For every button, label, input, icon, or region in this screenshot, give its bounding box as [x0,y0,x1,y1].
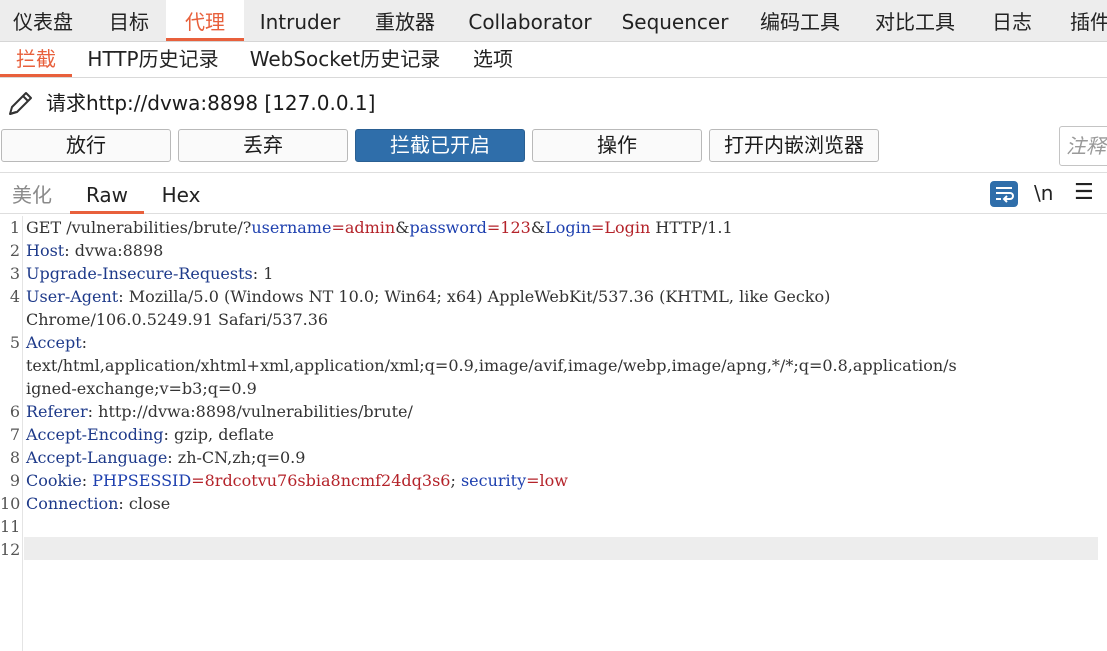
tab-websocket-history[interactable]: WebSocket历史记录 [246,42,444,77]
line-number: 8 [9,448,20,467]
http-version: HTTP/1.1 [650,218,733,237]
header-separator: : [81,471,93,490]
line-number: 5 [9,333,20,352]
tab-intercept[interactable]: 拦截 [0,42,72,77]
header-line: Connection: close [26,492,170,515]
tab-extensions[interactable]: 插件 [1060,0,1107,41]
request-line: GET /vulnerabilities/brute/?username=adm… [26,216,733,239]
cookie-value: 8rdcotvu76sbia8ncmf24dq3s6 [204,471,451,490]
header-name: Cookie [26,471,82,490]
param-value: 123 [500,218,531,237]
forward-button[interactable]: 放行 [1,129,171,162]
tab-options[interactable]: 选项 [464,42,522,77]
show-newlines-icon[interactable]: \n [1034,179,1053,207]
tab-sequencer[interactable]: Sequencer [616,0,734,41]
header-name: Connection [26,494,119,513]
header-line: Cookie: PHPSESSID=8rdcotvu76sbia8ncmf24d… [26,469,568,492]
request-title: 请求http://dvwa:8898 [127.0.0.1] [46,91,376,115]
header-continuation: Chrome/106.0.5249.91 Safari/537.36 [26,310,329,329]
tab-raw[interactable]: Raw [70,173,144,214]
comment-field[interactable]: 注释 [1059,126,1107,166]
header-value: : close [118,494,171,513]
tab-dashboard[interactable]: 仪表盘 [0,0,86,41]
param-value: admin [344,218,396,237]
cookie-equals: = [191,471,205,490]
tab-logger[interactable]: 日志 [982,0,1042,41]
param-name: password [409,218,487,237]
action-button[interactable]: 操作 [532,129,702,162]
header-value: : dvwa:8898 [64,241,164,260]
cookie-name: PHPSESSID [92,471,192,490]
line-number: 12 [0,540,21,559]
raw-request-editor[interactable]: 1 2 3 4 5 6 7 8 9 10 11 12 GET /vulnerab… [0,216,1107,651]
header-value: : Mozilla/5.0 (Windows NT 10.0; Win64; x… [118,287,831,306]
param-equals: = [591,218,605,237]
header-name: Host [26,241,65,260]
param-equals: = [486,218,501,237]
proxy-sub-tab-bar: 拦截 HTTP历史记录 WebSocket历史记录 选项 [0,42,1107,78]
header-name: Accept-Language [26,448,168,467]
drop-button[interactable]: 丢弃 [178,129,348,162]
cookie-value: low [539,471,568,490]
line-number: 3 [9,264,20,283]
header-line: Accept: [26,331,87,354]
header-value: : 1 [252,264,274,283]
line-number: 7 [9,425,20,444]
open-browser-button[interactable]: 打开内嵌浏览器 [709,129,879,162]
header-value: : [81,333,88,352]
param-separator: & [530,218,546,237]
message-editor-toolbar: 美化 Raw Hex \n ☰ [0,172,1107,214]
cookie-separator: ; [450,471,461,490]
param-name: Login [545,218,592,237]
line-number: 11 [0,517,21,536]
header-name: Accept-Encoding [26,425,164,444]
tab-repeater[interactable]: 重放器 [366,0,444,41]
menu-icon[interactable]: ☰ [1074,179,1094,207]
header-value: : zh-CN,zh;q=0.9 [167,448,306,467]
tab-collaborator[interactable]: Collaborator [462,0,598,41]
cookie-name: security [460,471,527,490]
header-line: Accept-Language: zh-CN,zh;q=0.9 [26,446,305,469]
pencil-icon [9,92,32,115]
param-separator: & [395,218,410,237]
header-line: Accept-Encoding: gzip, deflate [26,423,274,446]
main-tab-bar: 仪表盘 目标 代理 Intruder 重放器 Collaborator Sequ… [0,0,1107,42]
current-line-highlight [24,537,1098,560]
line-number: 10 [0,494,21,513]
line-number: 4 [9,287,20,306]
header-name: Upgrade-Insecure-Requests [26,264,253,283]
header-name: User-Agent [26,287,119,306]
tab-intruder[interactable]: Intruder [254,0,346,41]
wrap-lines-icon[interactable] [990,181,1018,207]
tab-proxy[interactable]: 代理 [166,0,244,41]
header-line: User-Agent: Mozilla/5.0 (Windows NT 10.0… [26,285,830,308]
tab-comparer[interactable]: 对比工具 [866,0,964,41]
method-path: GET /vulnerabilities/brute/? [26,218,252,237]
header-line: Host: dvwa:8898 [26,239,163,262]
line-number: 1 [9,218,20,237]
header-name: Referer [26,402,88,421]
header-continuation: igned-exchange;v=b3;q=0.9 [26,379,257,398]
request-info-bar: 请求http://dvwa:8898 [127.0.0.1] [0,80,1107,126]
line-number-gutter: 1 2 3 4 5 6 7 8 9 10 11 12 [0,216,23,651]
header-value: : http://dvwa:8898/vulnerabilities/brute… [87,402,413,421]
header-name: Accept [26,333,82,352]
tab-target[interactable]: 目标 [98,0,160,41]
tab-decoder[interactable]: 编码工具 [752,0,848,41]
line-number: 2 [9,241,20,260]
param-name: username [251,218,332,237]
header-value: : gzip, deflate [163,425,275,444]
tab-http-history[interactable]: HTTP历史记录 [80,42,226,77]
intercept-toggle-button[interactable]: 拦截已开启 [355,129,525,162]
tab-pretty[interactable]: 美化 [0,173,64,214]
header-line: Referer: http://dvwa:8898/vulnerabilitie… [26,400,413,423]
header-line: Upgrade-Insecure-Requests: 1 [26,262,273,285]
tab-hex[interactable]: Hex [150,173,212,214]
param-equals: = [331,218,345,237]
header-continuation: text/html,application/xhtml+xml,applicat… [26,356,957,375]
line-number: 9 [9,471,20,490]
param-value: Login [604,218,651,237]
line-number: 6 [9,402,20,421]
cookie-equals: = [526,471,540,490]
